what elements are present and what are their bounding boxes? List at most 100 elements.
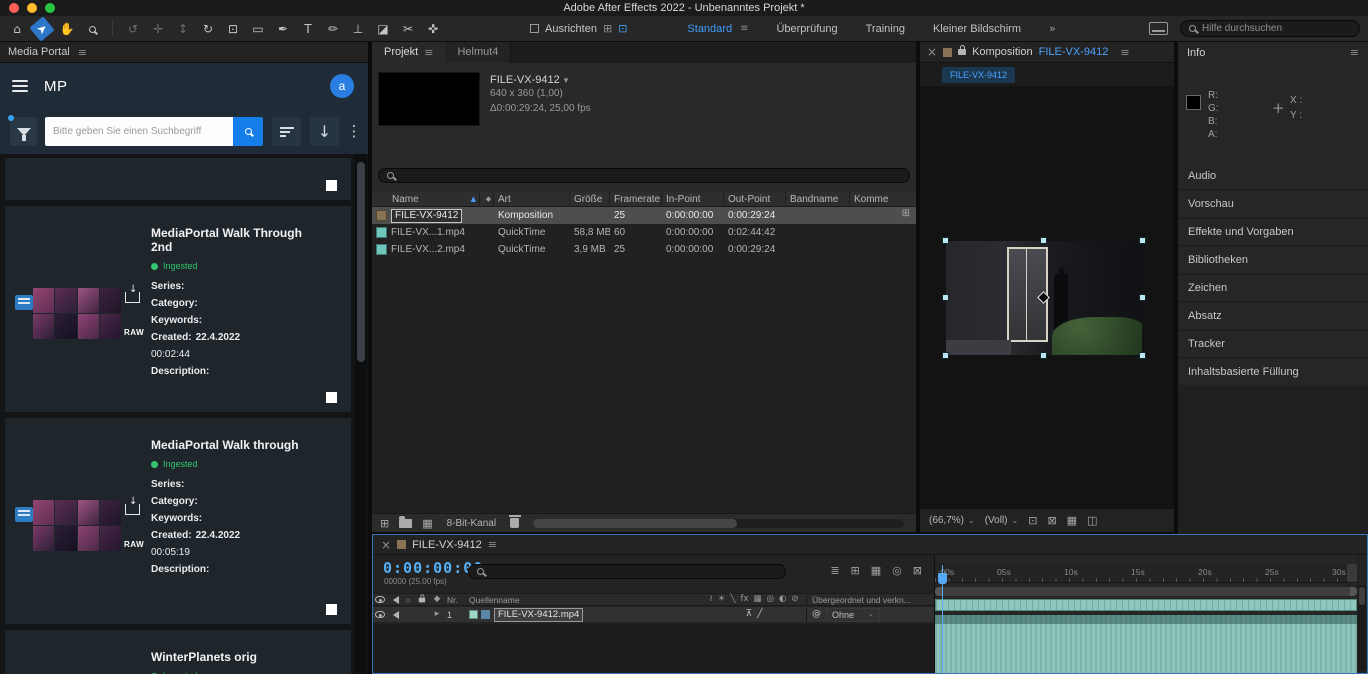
type-tool-icon[interactable]: T bbox=[299, 20, 317, 38]
filter-button[interactable] bbox=[10, 117, 37, 146]
media-scrollbar[interactable] bbox=[355, 154, 367, 674]
panel-header-absatz[interactable]: Absatz bbox=[1178, 303, 1368, 329]
pan-behind-tool-icon[interactable]: ⊡ bbox=[224, 20, 242, 38]
maximize-window-button[interactable] bbox=[45, 3, 55, 13]
panel-menu-icon[interactable]: ≡ bbox=[488, 539, 497, 550]
pen-tool-icon[interactable]: ✒ bbox=[274, 20, 292, 38]
close-tab-icon[interactable]: × bbox=[381, 539, 391, 551]
workspace-menu-icon[interactable]: ≡ bbox=[740, 24, 748, 34]
home-tool-icon[interactable]: ⌂ bbox=[8, 20, 26, 38]
clone-stamp-tool-icon[interactable]: ⊥ bbox=[349, 20, 367, 38]
minimize-window-button[interactable] bbox=[27, 3, 37, 13]
media-portal-panel-header[interactable]: Media Portal ≡ bbox=[0, 42, 368, 63]
selection-handle[interactable] bbox=[1140, 353, 1145, 358]
layer-expand-arrow[interactable]: ▸ bbox=[429, 610, 445, 619]
panel-menu-icon[interactable]: ≡ bbox=[424, 47, 433, 58]
panel-header-tracker[interactable]: Tracker bbox=[1178, 331, 1368, 357]
draft-3d-icon[interactable]: ⊞ bbox=[851, 565, 860, 576]
workspace-tab-kleiner-bildschirm[interactable]: Kleiner Bildschirm bbox=[933, 23, 1021, 35]
asset-thumbnails[interactable] bbox=[33, 500, 121, 551]
close-window-button[interactable] bbox=[9, 3, 19, 13]
puppet-pin-tool-icon[interactable]: ✜ bbox=[424, 20, 442, 38]
region-of-interest-icon[interactable]: ⊡ bbox=[1028, 515, 1037, 526]
more-options-button[interactable]: ⋮ bbox=[345, 124, 363, 139]
workspace-tab-standard[interactable]: Standard bbox=[687, 23, 732, 35]
download-button[interactable]: ↓ bbox=[310, 117, 339, 146]
motion-blur-icon[interactable]: ◎ bbox=[892, 565, 902, 576]
composition-mini-flowchart-icon[interactable]: ≣ bbox=[830, 565, 839, 576]
transparency-grid-icon[interactable]: ▦ bbox=[1067, 515, 1077, 526]
project-search-input[interactable] bbox=[400, 170, 901, 181]
hamburger-menu-icon[interactable] bbox=[12, 80, 28, 92]
column-in-point[interactable]: In-Point bbox=[662, 192, 724, 207]
effects-icon[interactable]: fx bbox=[740, 595, 748, 604]
shy-icon[interactable]: ≀ bbox=[710, 595, 713, 604]
brush-tool-icon[interactable]: ✏ bbox=[324, 20, 342, 38]
panel-menu-icon[interactable]: ≡ bbox=[1120, 47, 1129, 58]
composition-viewport[interactable] bbox=[920, 86, 1174, 508]
scrollbar-thumb[interactable] bbox=[1359, 587, 1365, 605]
asset-thumbnails[interactable] bbox=[33, 288, 121, 339]
threed-layer-icon[interactable]: ⊘ bbox=[791, 595, 798, 604]
layer-video-toggle[interactable] bbox=[373, 611, 387, 618]
frame-blend-icon[interactable]: ▦ bbox=[753, 595, 761, 604]
item-name[interactable]: FILE-VX...2.mp4 bbox=[391, 244, 465, 255]
tab-helmut4[interactable]: Helmut4 bbox=[445, 42, 511, 63]
close-tab-icon[interactable]: × bbox=[927, 46, 937, 58]
quality-icon[interactable]: ╲ bbox=[730, 595, 735, 604]
download-asset-icon[interactable] bbox=[125, 504, 140, 515]
roto-brush-tool-icon[interactable]: ✂ bbox=[399, 20, 417, 38]
sort-button[interactable] bbox=[272, 117, 301, 146]
user-avatar[interactable]: a bbox=[330, 74, 354, 98]
media-search-input[interactable] bbox=[45, 126, 233, 137]
mask-visibility-icon[interactable]: ⊠ bbox=[1047, 515, 1056, 526]
column-label-color[interactable]: ◆ bbox=[480, 192, 494, 207]
lock-column-header[interactable] bbox=[415, 597, 429, 603]
scrollbar-thumb[interactable] bbox=[533, 519, 737, 528]
selection-handle[interactable] bbox=[1041, 353, 1046, 358]
camera-view-icon[interactable]: ◫ bbox=[1087, 515, 1097, 526]
orbit-camera-tool-icon[interactable]: ↺ bbox=[124, 20, 142, 38]
playhead[interactable] bbox=[942, 565, 943, 673]
dolly-camera-tool-icon[interactable]: ↕ bbox=[174, 20, 192, 38]
pan-camera-tool-icon[interactable]: ✛ bbox=[149, 20, 167, 38]
timeline-search-box[interactable] bbox=[468, 564, 786, 579]
new-folder-icon[interactable] bbox=[399, 519, 412, 528]
download-asset-icon[interactable] bbox=[125, 292, 140, 303]
item-name[interactable]: FILE-VX-9412 bbox=[391, 209, 462, 223]
rectangle-tool-icon[interactable]: ▭ bbox=[249, 20, 267, 38]
hand-tool-icon[interactable]: ✋ bbox=[58, 20, 76, 38]
help-search-input[interactable] bbox=[1202, 23, 1351, 34]
audio-waveform-block[interactable] bbox=[935, 615, 1357, 673]
layer-label-chip[interactable] bbox=[469, 610, 478, 619]
comp-marker-bin[interactable] bbox=[1347, 564, 1357, 582]
collapse-icon[interactable]: ☀ bbox=[718, 595, 726, 604]
selection-handle[interactable] bbox=[1140, 238, 1145, 243]
grid-options-icon[interactable]: ⊡ bbox=[618, 23, 627, 34]
help-search-box[interactable] bbox=[1180, 20, 1360, 37]
panel-header-inhaltsbasierte-fuellung[interactable]: Inhaltsbasierte Füllung bbox=[1178, 359, 1368, 385]
workspace-switcher-icon[interactable] bbox=[1149, 22, 1168, 35]
panel-header-effekte[interactable]: Effekte und Vorgaben bbox=[1178, 219, 1368, 245]
snap-options-icon[interactable]: ⊞ bbox=[603, 23, 612, 34]
asset-select-checkbox[interactable] bbox=[326, 604, 337, 615]
workspace-tab-ueberpruefung[interactable]: Überprüfung bbox=[776, 23, 837, 35]
selection-handle[interactable] bbox=[943, 353, 948, 358]
timeline-tabbar[interactable]: × FILE-VX-9412 ≡ bbox=[373, 535, 1367, 555]
lock-icon[interactable] bbox=[958, 49, 966, 55]
workspace-overflow-icon[interactable]: » bbox=[1049, 23, 1056, 34]
workspace-tab-training[interactable]: Training bbox=[866, 23, 905, 35]
panel-header-zeichen[interactable]: Zeichen bbox=[1178, 275, 1368, 301]
column-groesse[interactable]: Größe bbox=[570, 192, 610, 207]
label-column-header[interactable]: ◆ bbox=[429, 595, 445, 604]
zoom-dropdown[interactable]: (66,7%)⌄ bbox=[929, 515, 975, 526]
media-search-button[interactable] bbox=[233, 117, 263, 146]
project-bit-depth-button[interactable]: 8-Bit-Kanal bbox=[443, 518, 500, 529]
layer-duration-bar[interactable] bbox=[935, 599, 1357, 611]
graph-editor-icon[interactable]: ⊠ bbox=[913, 565, 922, 576]
project-row[interactable]: FILE-VX...2.mp4 QuickTime 3,9 MB 25 0:00… bbox=[372, 241, 916, 258]
asset-select-checkbox[interactable] bbox=[326, 392, 337, 403]
audio-column-header[interactable] bbox=[387, 596, 401, 604]
composition-tabbar[interactable]: × Komposition FILE-VX-9412 ≡ bbox=[920, 42, 1174, 63]
scrollbar-thumb[interactable] bbox=[357, 162, 365, 362]
